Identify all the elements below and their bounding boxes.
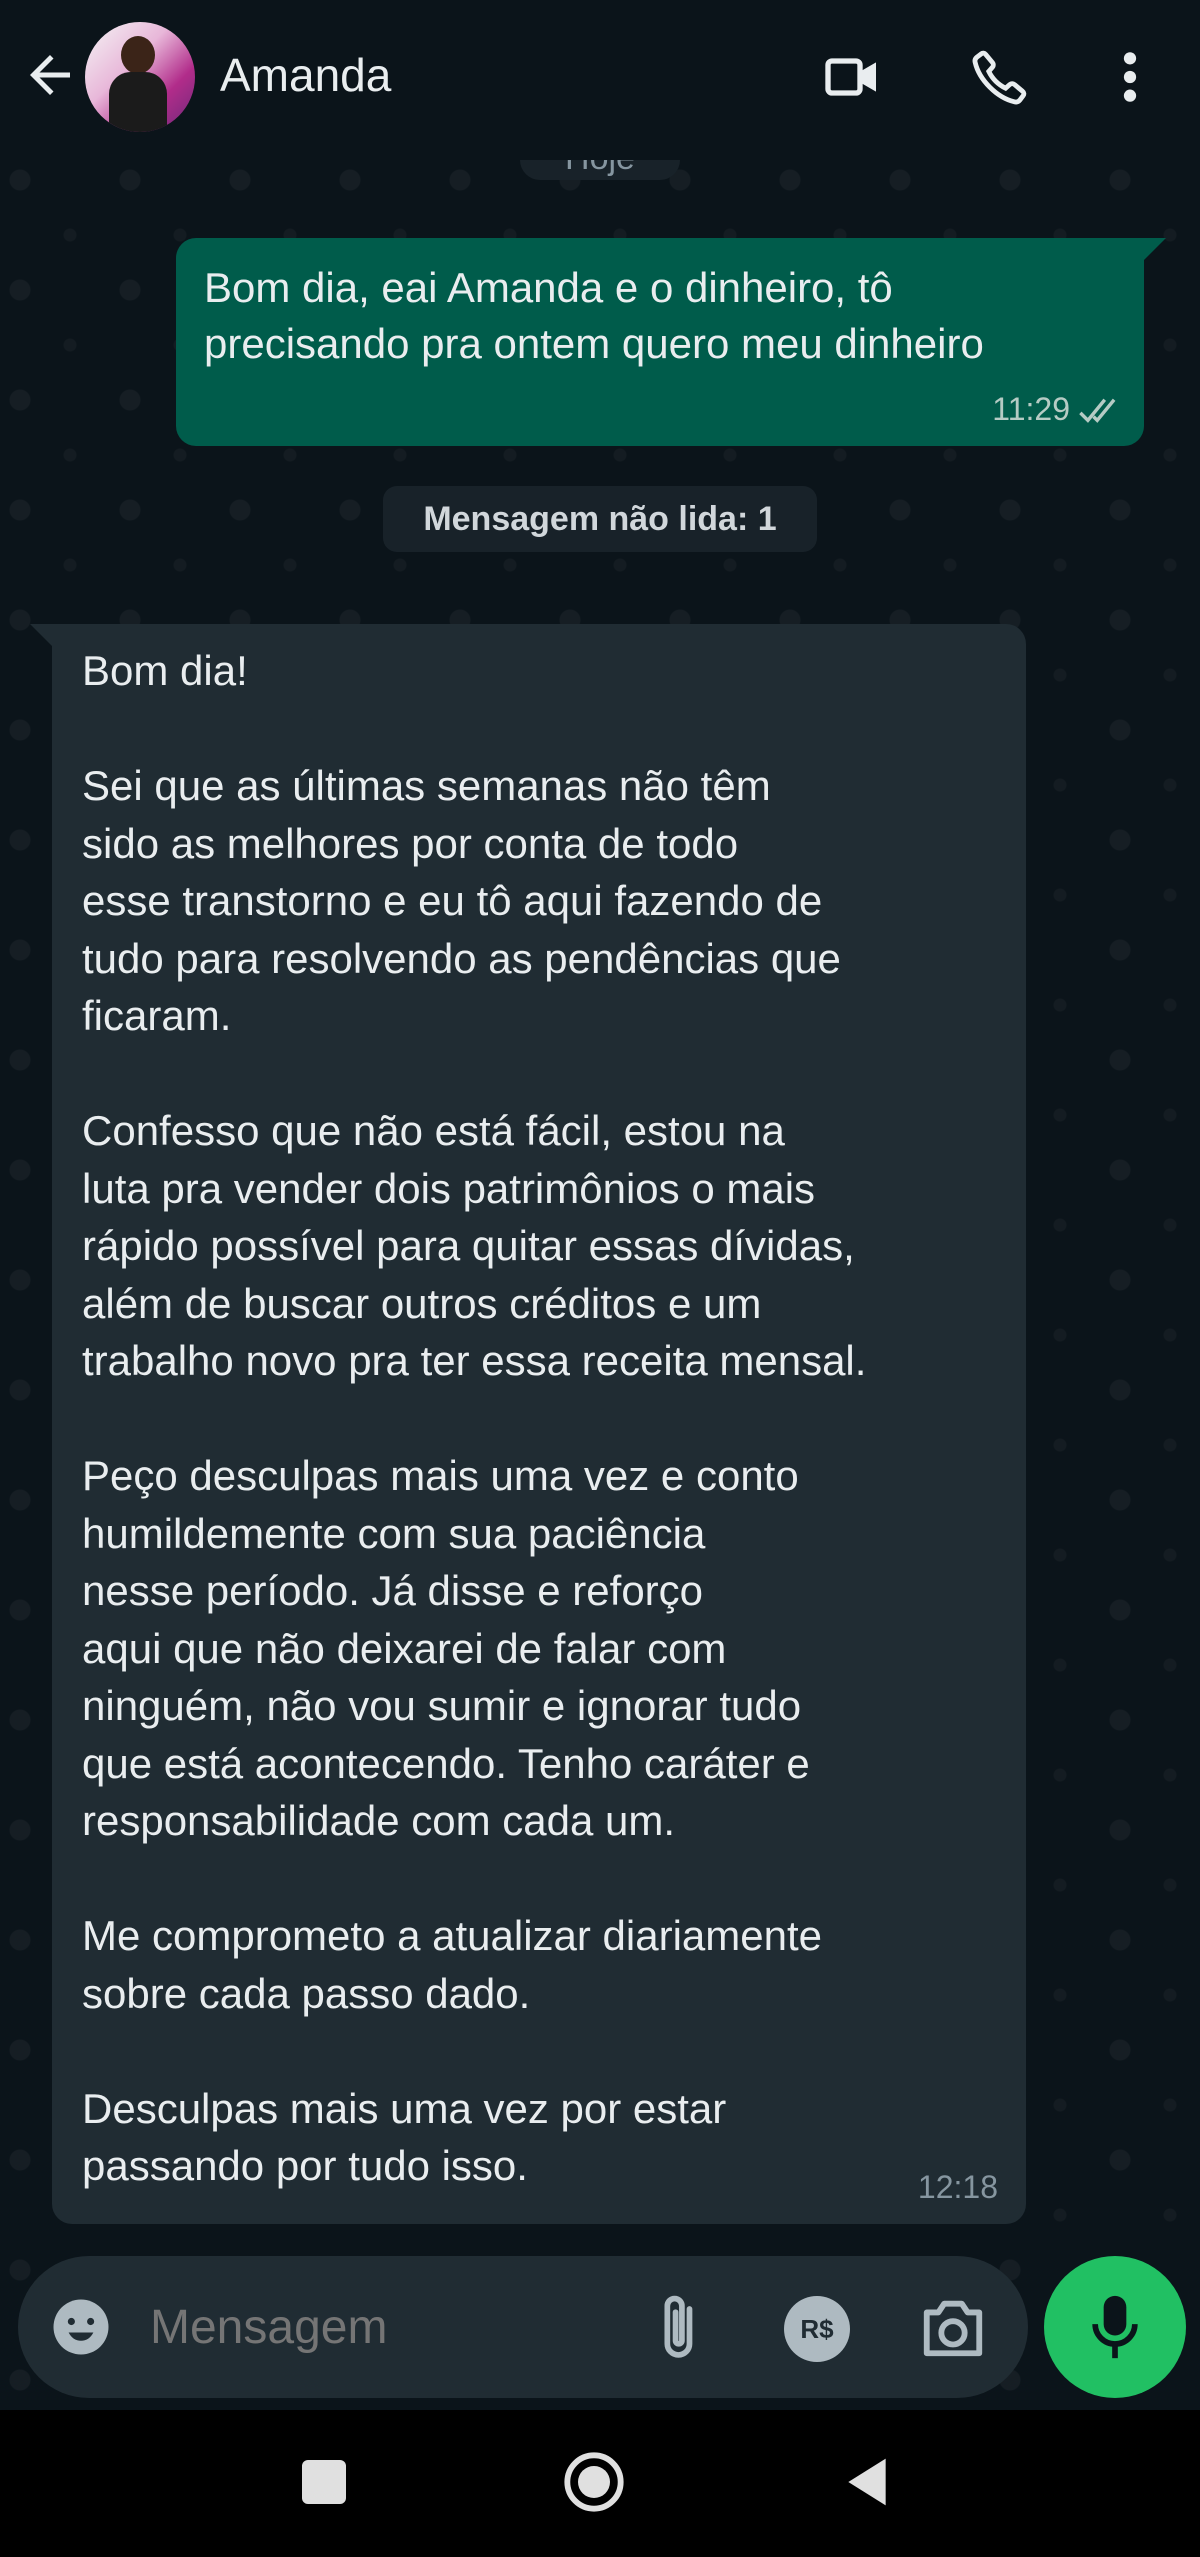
camera-icon[interactable] [918,2294,988,2360]
incoming-message-bubble[interactable]: Bom dia! Sei que as últimas semanas não … [30,624,1026,2224]
recents-button[interactable] [302,2460,346,2504]
double-check-icon [1079,398,1116,423]
microphone-icon [1092,2295,1138,2359]
home-button[interactable] [562,2450,626,2514]
avatar-head [121,36,155,74]
system-navigation-bar [0,2410,1200,2557]
message-time: 11:29 [992,391,1070,427]
videocam-icon[interactable] [820,45,884,109]
message-text: Bom dia! Sei que as últimas semanas não … [82,647,867,2189]
payment-button[interactable]: R$ [784,2296,850,2362]
contact-name[interactable]: Amanda [220,48,391,102]
unread-banner-label: Mensagem não lida: 1 [383,486,817,552]
voice-record-button[interactable] [1044,2256,1186,2398]
back-button[interactable] [840,2454,894,2510]
arrow-left-icon[interactable] [20,45,80,105]
message-composer: R$ [18,2256,1028,2398]
avatar[interactable] [85,22,195,132]
unread-banner: Mensagem não lida: 1 [0,486,1200,562]
chat-header: Amanda [0,0,1200,160]
more-vert-icon[interactable] [1110,45,1150,109]
outgoing-message-bubble[interactable]: Bom dia, eai Amanda e o dinheiro, tô pre… [176,238,1166,446]
message-text: Bom dia, eai Amanda e o dinheiro, tô pre… [204,264,984,367]
phone-icon[interactable] [968,45,1032,109]
paperclip-icon[interactable] [650,2290,710,2366]
message-time: 12:18 [917,2169,998,2205]
emoji-icon[interactable] [48,2294,114,2360]
avatar-body [109,72,167,132]
message-input[interactable] [148,2296,652,2358]
